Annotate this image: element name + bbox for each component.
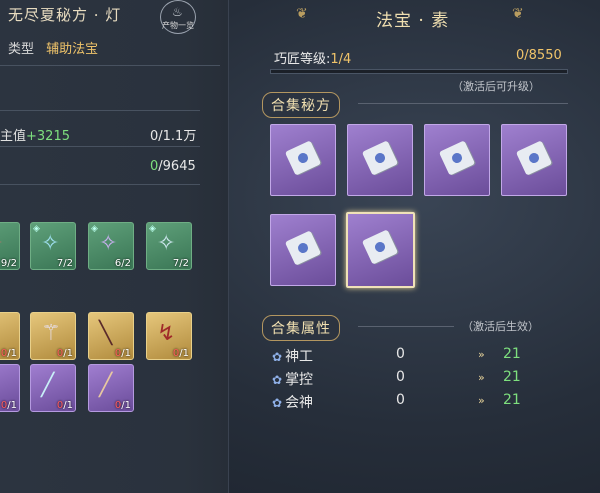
material-icon: ╱ bbox=[41, 373, 55, 398]
recipe-card[interactable] bbox=[424, 124, 490, 196]
material-icon: ↯ bbox=[157, 321, 176, 346]
material-icon: ╲ bbox=[99, 321, 113, 346]
attribute-title: 合集属性 bbox=[262, 315, 340, 341]
output-list-button[interactable]: ♨ 产物一览 bbox=[160, 0, 196, 34]
type-row: 类型 辅助法宝 bbox=[8, 38, 98, 57]
type-label: 类型 bbox=[8, 42, 35, 57]
divider bbox=[0, 146, 200, 147]
ornament-left-icon: ❦ bbox=[296, 6, 308, 22]
scroll-icon bbox=[438, 140, 476, 176]
stat-a-progress: 0/1.1万 bbox=[150, 129, 197, 144]
scroll-icon bbox=[515, 140, 553, 176]
material-icon: ✧ bbox=[157, 231, 176, 256]
divider bbox=[358, 326, 454, 327]
quality-icon: ◈ bbox=[33, 224, 40, 234]
craft-label: 巧匠等级: bbox=[274, 52, 331, 67]
stat-b-total: /9645 bbox=[158, 159, 196, 174]
craft-value: 1/4 bbox=[330, 52, 352, 67]
divider bbox=[358, 103, 568, 104]
attribute-hint: （激活后生效） bbox=[462, 320, 539, 333]
material-slot[interactable]: ⌇ 0/1 bbox=[0, 364, 20, 412]
attribute-name: ✿ 掌控 bbox=[272, 372, 314, 388]
output-list-label: 产物一览 bbox=[162, 21, 194, 30]
lotus-icon: ✿ bbox=[272, 373, 283, 387]
scroll-icon bbox=[361, 229, 399, 265]
attribute-name: ✿ 会神 bbox=[272, 395, 314, 411]
craft-hint: （激活后可升级） bbox=[452, 80, 540, 93]
arrow-icon: » bbox=[478, 348, 485, 361]
recipe-card[interactable] bbox=[347, 124, 413, 196]
scroll-icon bbox=[284, 140, 322, 176]
stat-a-bonus: +3215 bbox=[26, 129, 70, 144]
scroll-icon bbox=[284, 230, 322, 266]
attribute-next-value: 21 bbox=[503, 392, 521, 408]
material-slot[interactable]: ╱ 0/1 bbox=[88, 364, 134, 412]
material-icon: ✦ bbox=[0, 231, 3, 256]
arrow-icon: » bbox=[478, 371, 485, 384]
type-value: 辅助法宝 bbox=[46, 42, 99, 57]
scroll-icon bbox=[361, 140, 399, 176]
lotus-icon: ✿ bbox=[272, 396, 283, 410]
divider bbox=[0, 184, 200, 185]
material-slot[interactable]: ╲ 0/1 bbox=[88, 312, 134, 360]
recipe-detail-panel: 无尽夏秘方 · 灯 ♨ 产物一览 类型 辅助法宝 主值+3215 0/1.1万 … bbox=[0, 0, 229, 493]
attribute-value: 0 bbox=[396, 369, 405, 385]
craft-progress-bar bbox=[270, 69, 568, 74]
material-slot[interactable]: ╱ 0/1 bbox=[0, 312, 20, 360]
recipe-title: 无尽夏秘方 · 灯 bbox=[8, 6, 122, 24]
craft-progress: 0/8550 bbox=[516, 48, 562, 63]
stat-a-label: 主值 bbox=[0, 129, 27, 144]
material-slot[interactable]: ◈ ✧ 6/2 bbox=[88, 222, 134, 270]
collection-title: 合集秘方 bbox=[262, 92, 340, 118]
material-icon: ✧ bbox=[99, 231, 118, 256]
cauldron-icon: ♨ bbox=[172, 5, 183, 19]
material-slot[interactable]: ⚚ 0/1 bbox=[30, 312, 76, 360]
stat-a-row: 主值+3215 bbox=[0, 125, 70, 144]
material-icon: ⚚ bbox=[41, 321, 61, 346]
quality-icon: ◈ bbox=[149, 224, 156, 234]
recipe-card-selected[interactable] bbox=[346, 212, 415, 288]
attribute-next-value: 21 bbox=[503, 369, 521, 385]
material-icon: ✧ bbox=[41, 231, 60, 256]
divider bbox=[0, 110, 200, 111]
panel-title: 法宝 · 素 bbox=[376, 11, 450, 31]
material-slot[interactable]: ↯ 0/1 bbox=[146, 312, 192, 360]
quality-icon: ◈ bbox=[91, 224, 98, 234]
attribute-name: ✿ 神工 bbox=[272, 349, 314, 365]
ornament-right-icon: ❦ bbox=[512, 6, 524, 22]
attribute-next-value: 21 bbox=[503, 346, 521, 362]
material-icon: ╱ bbox=[99, 373, 113, 398]
arrow-icon: » bbox=[478, 394, 485, 407]
stat-b-progress: 0/9645 bbox=[150, 159, 196, 174]
recipe-card[interactable] bbox=[270, 124, 336, 196]
attribute-value: 0 bbox=[396, 392, 405, 408]
recipe-card[interactable] bbox=[501, 124, 567, 196]
material-slot[interactable]: ╱ 0/1 bbox=[30, 364, 76, 412]
material-slot[interactable]: ✦ 9/2 bbox=[0, 222, 20, 270]
craft-level: 巧匠等级:1/4 bbox=[274, 48, 351, 67]
lotus-icon: ✿ bbox=[272, 350, 283, 364]
attribute-value: 0 bbox=[396, 346, 405, 362]
divider bbox=[0, 65, 220, 66]
recipe-card[interactable] bbox=[270, 214, 336, 286]
material-slot[interactable]: ◈ ✧ 7/2 bbox=[146, 222, 192, 270]
material-slot[interactable]: ◈ ✧ 7/2 bbox=[30, 222, 76, 270]
